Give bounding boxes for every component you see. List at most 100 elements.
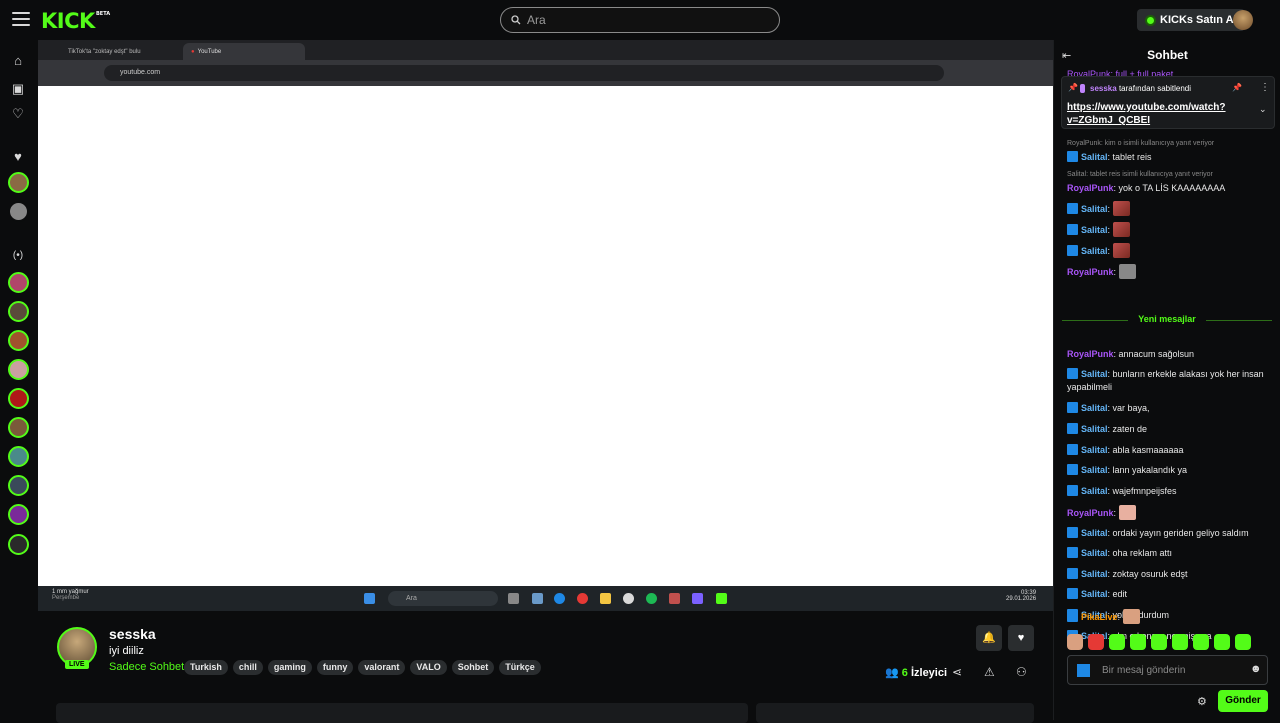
chat-username[interactable]: RoyalPunk: [1067, 183, 1114, 193]
youtube-icon: ●: [191, 48, 195, 55]
send-button[interactable]: Gönder: [1218, 690, 1268, 712]
follow-heart-button[interactable]: ♥: [1008, 625, 1034, 651]
followed-channel-avatar[interactable]: [8, 201, 29, 222]
pinned-message[interactable]: 📌 sesska tarafından sabitlendi 📌 ⋮ https…: [1061, 76, 1275, 129]
tag[interactable]: VALO: [410, 660, 447, 675]
chat-panel: ⇤ Sohbet RoyalPunk: full + full paket Ro…: [1053, 40, 1280, 720]
browser-address-bar: youtube.com: [104, 65, 944, 81]
chat-username[interactable]: Salital: [1081, 152, 1108, 162]
recommended-channel-avatar[interactable]: [8, 504, 29, 525]
search-input[interactable]: Ara: [500, 7, 780, 33]
chat-text: : annacum sağolsun: [1113, 349, 1195, 359]
badge-icon: [1067, 464, 1078, 475]
recommended-channel-avatar[interactable]: [8, 301, 29, 322]
chat-username[interactable]: Salital: [1081, 204, 1108, 214]
browser-tab-youtube: ● YouTube: [183, 43, 305, 60]
chat-username[interactable]: RoyalPunk: [1067, 349, 1114, 359]
recommended-channel-avatar[interactable]: [8, 475, 29, 496]
browser-address-row: youtube.com: [38, 60, 1053, 86]
reply-indicator: Salital: tablet reis isimli kullanıcıya …: [1067, 171, 1213, 178]
emote-button[interactable]: [1193, 634, 1209, 650]
chat-message: RoyalPunk:: [1067, 505, 1273, 520]
chevron-down-icon[interactable]: ⌄: [1259, 104, 1267, 115]
emote-button[interactable]: [1130, 634, 1146, 650]
chat-username[interactable]: Salital: [1081, 528, 1108, 538]
chat-username[interactable]: Salital: [1081, 424, 1108, 434]
tag[interactable]: Türkçe: [499, 660, 541, 675]
chat-settings-gear-icon[interactable]: ⚙: [1197, 695, 1207, 708]
chat-username[interactable]: RoyalPunk: [1067, 508, 1114, 518]
chat-username[interactable]: Salital: [1081, 369, 1108, 379]
chat-username[interactable]: Salital: [1081, 445, 1108, 455]
badge-icon: [1067, 224, 1078, 235]
recommended-channel-avatar[interactable]: [8, 446, 29, 467]
recommended-channel-avatar[interactable]: [8, 359, 29, 380]
notification-bell-button[interactable]: 🔔: [976, 625, 1002, 651]
tag[interactable]: chill: [232, 660, 263, 675]
following-icon[interactable]: ♡: [11, 107, 25, 121]
chat-message: Salital: oha reklam attı: [1067, 547, 1273, 560]
pinned-by-text: tarafından sabitlendi: [1118, 84, 1191, 93]
chat-message: Salital: wajefmnpeijsfes: [1067, 485, 1273, 498]
stream-category[interactable]: Sadece Sohbet: [109, 661, 184, 673]
emote-button[interactable]: [1067, 634, 1083, 650]
emoji-picker-icon[interactable]: ☻: [1250, 663, 1262, 675]
emote-button[interactable]: [1151, 634, 1167, 650]
recommended-channel-avatar[interactable]: [8, 272, 29, 293]
stream-title: iyi diiliz: [109, 645, 144, 657]
discord-icon: [692, 593, 703, 604]
chat-username[interactable]: RoyalPunk: [1067, 267, 1114, 277]
tag[interactable]: valorant: [358, 660, 406, 675]
home-icon[interactable]: ⌂: [11, 54, 25, 68]
recommended-channel-avatar[interactable]: [8, 388, 29, 409]
chat-text: : oha reklam attı: [1107, 548, 1173, 558]
badge-icon: [1067, 547, 1078, 558]
report-icon[interactable]: ⚠: [984, 665, 995, 679]
video-player[interactable]: TikTok'ta "zoktay edşt" bulu ● YouTube yo…: [38, 40, 1053, 611]
menu-icon[interactable]: [12, 12, 30, 26]
emote-button[interactable]: [1214, 634, 1230, 650]
pinned-link[interactable]: https://www.youtube.com/watch?v=ZGbmJ_QC…: [1067, 101, 1247, 127]
tag[interactable]: Turkish: [184, 660, 228, 675]
streamer-name[interactable]: sesska: [109, 626, 156, 642]
recommended-channel-avatar[interactable]: [8, 417, 29, 438]
emote-button[interactable]: [1088, 634, 1104, 650]
chat-username[interactable]: Salital: [1081, 589, 1108, 599]
user-avatar[interactable]: [1233, 10, 1253, 30]
chat-message: Salital:: [1067, 222, 1273, 237]
emote-button[interactable]: [1172, 634, 1188, 650]
tag[interactable]: funny: [316, 660, 354, 675]
recommended-channel-avatar[interactable]: [8, 330, 29, 351]
emote-button[interactable]: [1109, 634, 1125, 650]
buy-kicks-button[interactable]: KICKs Satın Al: [1137, 9, 1245, 31]
chat-username[interactable]: Salital: [1081, 548, 1108, 558]
emote-button[interactable]: [1235, 634, 1251, 650]
chat-username[interactable]: Salital: [1081, 225, 1108, 235]
chat-username[interactable]: PikaLive: [1081, 612, 1118, 622]
chat-username[interactable]: Salital: [1081, 246, 1108, 256]
heart-icon[interactable]: ♥: [11, 150, 25, 164]
user-options-icon[interactable]: ⚇: [1016, 665, 1027, 679]
badge-icon: [1067, 423, 1078, 434]
pin-icon: 📌: [1068, 83, 1078, 92]
tag[interactable]: gaming: [267, 660, 312, 675]
chat-username[interactable]: Salital: [1081, 486, 1108, 496]
tag[interactable]: Sohbet: [451, 660, 495, 675]
browse-icon[interactable]: ▣: [11, 82, 25, 96]
chat-username[interactable]: Salital: [1081, 569, 1108, 579]
chat-message: Salital: abla kasmaaaaaa: [1067, 444, 1273, 457]
task-view-icon: [508, 593, 519, 604]
chat-username[interactable]: Salital: [1081, 465, 1108, 475]
more-options-icon[interactable]: ⋮: [1260, 82, 1270, 93]
followed-channel-avatar[interactable]: [8, 172, 29, 193]
chat-text: : wajefmnpeijsfes: [1107, 486, 1177, 496]
chat-username[interactable]: Salital: [1081, 403, 1108, 413]
unpin-icon[interactable]: 📌: [1232, 83, 1242, 92]
chat-title: Sohbet: [1147, 48, 1188, 62]
chat-text: : var baya,: [1107, 403, 1150, 413]
chat-message-input[interactable]: Bir mesaj gönderin ☻: [1067, 655, 1268, 685]
share-icon[interactable]: ⋖: [952, 665, 962, 679]
kick-logo[interactable]: KICK BETA: [41, 9, 110, 33]
taskbar-app-icon: [532, 593, 543, 604]
recommended-channel-avatar[interactable]: [8, 534, 29, 555]
